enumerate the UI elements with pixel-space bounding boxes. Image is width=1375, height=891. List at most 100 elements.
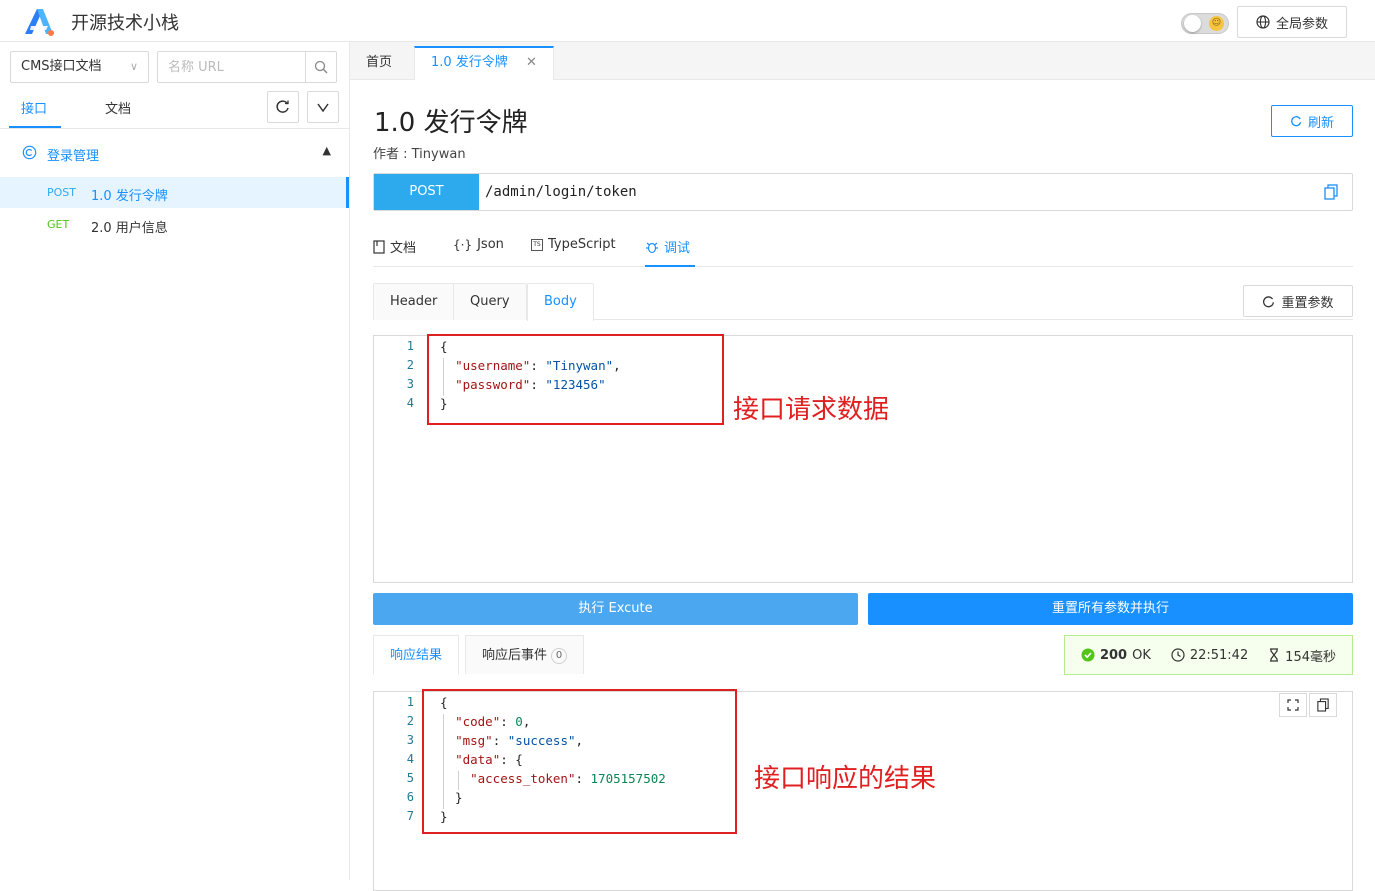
- tab-issue-token[interactable]: 1.0 发行令牌 ✕: [414, 46, 554, 80]
- collapse-all-button[interactable]: [307, 91, 339, 123]
- line-number: 7: [406, 809, 414, 823]
- tab-label: 首页: [366, 55, 393, 70]
- copyright-icon: [22, 145, 37, 160]
- braces-icon: {·}: [453, 237, 473, 252]
- copy-icon: [1317, 698, 1329, 712]
- top-bar: 开源技术小栈 ☺ 全局参数: [0, 0, 1375, 42]
- page-title: 1.0 发行令牌: [374, 108, 528, 138]
- search-box: [157, 51, 337, 83]
- bug-icon: [646, 242, 658, 253]
- status-text: OK: [1132, 647, 1151, 663]
- reset-params-button[interactable]: 重置参数: [1243, 285, 1353, 317]
- sidebar-item-label: 2.0 用户信息: [91, 221, 168, 236]
- response-duration: 154毫秒: [1268, 646, 1336, 665]
- sidebar-divider: [0, 128, 349, 129]
- line-number: 3: [406, 733, 414, 747]
- line-number: 1: [406, 695, 414, 709]
- refresh-button[interactable]: 刷新: [1271, 105, 1353, 137]
- copy-icon[interactable]: [1324, 184, 1338, 200]
- tab-json[interactable]: {·} Json: [453, 237, 504, 252]
- global-params-button[interactable]: 全局参数: [1237, 6, 1347, 38]
- toggle-knob: [1184, 15, 1201, 32]
- document-icon: [373, 239, 385, 254]
- sidebar-item-label: 1.0 发行令牌: [91, 189, 168, 204]
- response-annotation-box: [422, 689, 737, 834]
- doc-tab-indicator: [645, 265, 695, 267]
- status-code-value: 200: [1099, 647, 1128, 663]
- refresh-icon: [276, 100, 289, 113]
- tab-response-result[interactable]: 响应结果: [373, 635, 460, 674]
- sidebar-tab-docs[interactable]: 文档: [105, 98, 131, 117]
- line-number: 4: [406, 396, 414, 410]
- line-number: 3: [406, 377, 414, 391]
- reset-icon: [1263, 295, 1275, 307]
- response-status: 200 OK 22:51:42 154毫秒: [1064, 635, 1353, 675]
- group-label: 登录管理: [47, 149, 100, 164]
- tab-body[interactable]: Body: [527, 283, 594, 321]
- line-number: 2: [406, 714, 414, 728]
- tab-query[interactable]: Query: [453, 283, 527, 320]
- line-number: 4: [406, 752, 414, 766]
- app-title: 开源技术小栈: [71, 13, 179, 34]
- tab-label: Json: [477, 237, 504, 252]
- refresh-icon: [1291, 115, 1302, 126]
- response-annotation-text: 接口响应的结果: [754, 764, 937, 794]
- search-input[interactable]: [158, 52, 306, 82]
- global-params-label: 全局参数: [1275, 16, 1328, 32]
- tab-debug[interactable]: 调试: [645, 237, 690, 256]
- tab-label: 1.0 发行令牌: [431, 55, 508, 70]
- response-tabs: 响应结果 响应后事件 0: [373, 635, 1053, 674]
- line-number: 1: [406, 339, 414, 353]
- copy-response-button[interactable]: [1309, 693, 1337, 717]
- tab-typescript[interactable]: TS TypeScript: [531, 237, 616, 252]
- fullscreen-icon: [1287, 699, 1299, 711]
- tab-doc[interactable]: 文档: [373, 237, 416, 256]
- refresh-label: 刷新: [1307, 115, 1334, 131]
- execute-button[interactable]: 执行 Excute: [373, 593, 858, 625]
- sidebar-item-issue-token[interactable]: POST 1.0 发行令牌: [0, 177, 349, 208]
- request-annotation-text: 接口请求数据: [733, 395, 890, 425]
- hourglass-icon: [1270, 648, 1279, 662]
- sidebar-tab-api[interactable]: 接口: [21, 98, 47, 117]
- typescript-icon: TS: [531, 238, 543, 251]
- reset-and-execute-button[interactable]: 重置所有参数并执行: [868, 593, 1353, 625]
- time-value: 22:51:42: [1189, 647, 1249, 663]
- request-tabs: Header Query Body: [373, 283, 1353, 321]
- clock-icon: [1171, 648, 1185, 662]
- close-icon[interactable]: ✕: [526, 55, 537, 70]
- logo-a-icon: [25, 9, 54, 36]
- theme-toggle[interactable]: ☺: [1181, 13, 1229, 34]
- search-icon: [314, 60, 328, 74]
- sync-button[interactable]: [267, 91, 299, 123]
- group-login-management[interactable]: 登录管理 ▲: [0, 138, 349, 168]
- line-number: 2: [406, 358, 414, 372]
- fullscreen-button[interactable]: [1279, 693, 1307, 717]
- request-annotation-box: [427, 334, 724, 425]
- doc-tabs: 文档 {·} Json TS TypeScript 调试: [373, 225, 1353, 267]
- event-count-badge: 0: [551, 647, 568, 664]
- tab-label: 调试: [664, 241, 691, 256]
- url-path[interactable]: /admin/login/token: [485, 184, 637, 200]
- chevron-up-icon: ▲: [322, 144, 331, 157]
- response-time: 22:51:42: [1171, 648, 1248, 663]
- status-code: 200 OK: [1081, 648, 1151, 663]
- tab-label: 文档: [390, 241, 417, 256]
- reset-params-label: 重置参数: [1281, 295, 1334, 311]
- author-text: 作者 : Tinywan: [373, 147, 466, 162]
- tab-home[interactable]: 首页: [350, 46, 408, 80]
- project-select[interactable]: CMS接口文档 ∨: [10, 51, 149, 83]
- smile-icon: ☺: [1209, 16, 1224, 31]
- tab-label: 响应后事件: [482, 648, 548, 663]
- method-label: POST: [374, 174, 479, 210]
- duration-value: 154毫秒: [1285, 649, 1336, 665]
- method-badge: GET: [47, 218, 70, 231]
- sidebar-item-user-info[interactable]: GET 2.0 用户信息: [0, 209, 349, 240]
- project-select-value: CMS接口文档: [21, 59, 102, 74]
- tab-header[interactable]: Header: [373, 283, 455, 320]
- tab-after-response[interactable]: 响应后事件 0: [465, 635, 585, 674]
- tab-label: TypeScript: [548, 237, 616, 252]
- line-number: 5: [406, 771, 414, 785]
- search-button[interactable]: [305, 52, 336, 82]
- sidebar: CMS接口文档 ∨ 接口 文档 登录管理 ▲ POST: [0, 42, 350, 880]
- check-circle-icon: [1081, 648, 1095, 662]
